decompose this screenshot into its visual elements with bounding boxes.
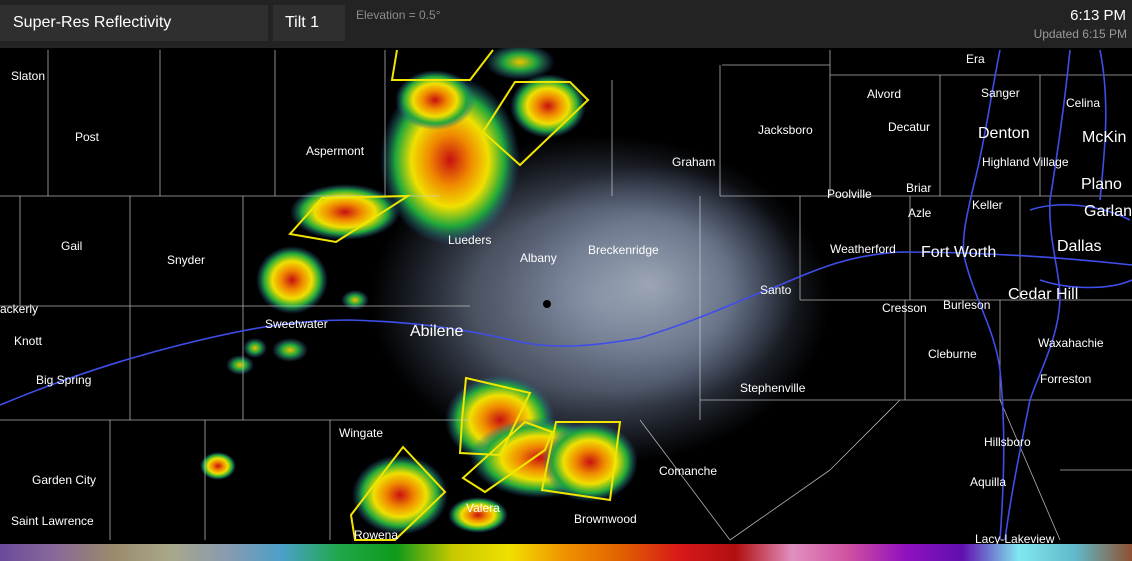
place-label: Decatur (888, 120, 930, 134)
radar-map[interactable]: Slaton Post Aspermont Gail Snyder Lueder… (0, 0, 1132, 561)
place-label: Denton (978, 125, 1030, 142)
place-label: Slaton (11, 69, 45, 83)
place-label: Dallas (1057, 238, 1101, 255)
updated-time: Updated 6:15 PM (1033, 27, 1127, 41)
tilt-selector[interactable]: Tilt 1 (273, 5, 345, 41)
place-label: Sweetwater (265, 317, 328, 331)
storm-cell (542, 422, 638, 502)
place-label: Era (966, 52, 985, 66)
place-label: Cleburne (928, 347, 977, 361)
storm-cell (485, 44, 555, 80)
place-label: Forreston (1040, 372, 1091, 386)
place-label: Keller (972, 198, 1003, 212)
place-label: Azle (908, 206, 932, 220)
place-label: Garden City (32, 473, 96, 487)
place-label: Rowena (354, 528, 398, 542)
place-label: Aspermont (306, 144, 365, 158)
radar-site-marker[interactable] (543, 300, 551, 308)
radar-header-bar: Super-Res Reflectivity Tilt 1 Elevation … (0, 0, 1132, 48)
place-label: Lueders (448, 233, 491, 247)
interstate-35w (962, 49, 1005, 541)
place-label: Gail (61, 239, 82, 253)
place-label: Wingate (339, 426, 383, 440)
storm-cell (256, 246, 328, 314)
place-label: ackerly (0, 302, 38, 316)
place-label: Post (75, 130, 100, 144)
storm-cell (510, 74, 586, 138)
place-label: Cedar Hill (1008, 286, 1078, 303)
place-label: Valera (466, 501, 500, 515)
product-selector[interactable]: Super-Res Reflectivity (0, 5, 268, 41)
place-label: Snyder (167, 253, 205, 267)
place-label: Brownwood (574, 512, 637, 526)
place-label: Saint Lawrence (11, 514, 94, 528)
storm-cell (272, 338, 308, 362)
place-label: Aquilla (970, 475, 1006, 489)
place-label: Fort Worth (921, 244, 996, 261)
place-label: Knott (14, 334, 43, 348)
place-label: Burleson (943, 298, 990, 312)
place-label: Briar (906, 181, 931, 195)
place-label: Garlan (1084, 203, 1132, 220)
place-label: Santo (760, 283, 792, 297)
place-label: Graham (672, 155, 715, 169)
place-label: McKin (1082, 129, 1126, 146)
place-label: Alvord (867, 87, 901, 101)
place-label: Poolville (827, 187, 872, 201)
place-label: Celina (1066, 96, 1100, 110)
place-label: Albany (520, 251, 557, 265)
place-label: Big Spring (36, 373, 91, 387)
place-label: Breckenridge (588, 243, 659, 257)
place-label: Stephenville (740, 381, 806, 395)
place-label: Highland Village (982, 155, 1069, 169)
place-label: Sanger (981, 86, 1020, 100)
place-label: Cresson (882, 301, 927, 315)
place-label: Waxahachie (1038, 336, 1104, 350)
radar-echo-layer (200, 44, 830, 535)
scan-time: 6:13 PM (1070, 7, 1126, 24)
place-label: Comanche (659, 464, 717, 478)
elevation-label: Elevation = 0.5° (356, 8, 441, 22)
storm-cell (341, 290, 369, 310)
place-label: Jacksboro (758, 123, 813, 137)
reflectivity-color-scale (0, 544, 1132, 561)
storm-cell (243, 338, 267, 358)
place-label: Abilene (410, 323, 463, 340)
place-label: Hillsboro (984, 435, 1031, 449)
place-label: Weatherford (830, 242, 896, 256)
place-label: Plano (1081, 176, 1122, 193)
storm-cell (226, 355, 254, 375)
radar-clutter (500, 165, 800, 405)
